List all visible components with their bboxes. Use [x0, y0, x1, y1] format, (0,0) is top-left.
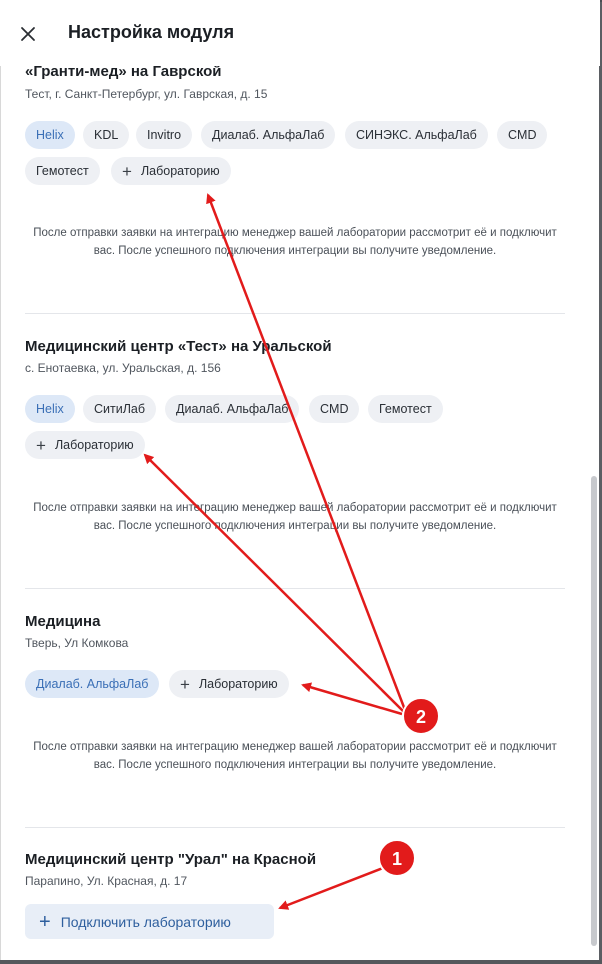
lab-chip-helix[interactable]: Helix	[25, 395, 75, 423]
lab-chip-cmd[interactable]: CMD	[497, 121, 548, 149]
page-title: Настройка модуля	[68, 22, 235, 42]
add-lab-button[interactable]: + Лабораторию	[25, 431, 145, 459]
lab-chip-cmd[interactable]: CMD	[309, 395, 360, 423]
integration-note: После отправки заявки на интеграцию мене…	[33, 227, 557, 257]
window-edge-left	[0, 0, 1, 964]
clinic-title-4: Медицинский центр "Урал" на Красной	[25, 851, 317, 868]
add-lab-label: Лабораторию	[54, 438, 134, 452]
clinic-address-3: Тверь, Ул Комкова	[25, 636, 129, 650]
add-lab-label: Лабораторию	[198, 677, 278, 691]
integration-note: После отправки заявки на интеграцию мене…	[33, 741, 557, 771]
lab-chip-sineks-alfalab[interactable]: СИНЭКС. АльфаЛаб	[345, 121, 488, 149]
lab-chip-dialab-alfalab[interactable]: Диалаб. АльфаЛаб	[201, 121, 336, 149]
lab-chip-helix[interactable]: Helix	[25, 121, 75, 149]
add-lab-button[interactable]: + Лабораторию	[169, 670, 289, 698]
lab-chip-dialab-alfalab[interactable]: Диалаб. АльфаЛаб	[165, 395, 300, 423]
clinic-address-2: с. Енотаевка, ул. Уральская, д. 156	[25, 361, 221, 375]
plus-icon: +	[39, 910, 51, 933]
clinic-title-3: Медицина	[25, 613, 101, 630]
clinic-address-4: Парапино, Ул. Красная, д. 17	[25, 874, 188, 888]
scrollbar-thumb[interactable]	[591, 476, 597, 946]
section-divider	[25, 313, 565, 314]
plus-icon: +	[180, 674, 190, 694]
add-lab-label: Лабораторию	[140, 164, 220, 178]
close-icon	[21, 27, 35, 41]
plus-icon: +	[36, 435, 46, 455]
close-button[interactable]	[14, 20, 42, 48]
clinic-title-2: Медицинский центр «Тест» на Уральской	[25, 338, 332, 355]
window-edge-bottom	[0, 960, 602, 964]
section-divider	[25, 827, 565, 828]
lab-chip-gemotest[interactable]: Гемотест	[368, 395, 443, 423]
lab-chip-kdl[interactable]: KDL	[83, 121, 130, 149]
lab-chip-gemotest[interactable]: Гемотест	[25, 157, 100, 185]
module-settings-panel: Настройка модуля «Гранти-мед» на Гаврско…	[0, 0, 602, 964]
panel-header: Настройка модуля	[0, 0, 600, 66]
plus-icon: +	[122, 161, 132, 181]
connect-lab-label: Подключить лабораторию	[60, 913, 231, 930]
lab-chip-citilab[interactable]: СитиЛаб	[83, 395, 157, 423]
add-lab-button[interactable]: + Лабораторию	[111, 157, 231, 185]
section-divider	[25, 588, 565, 589]
lab-chip-dialab-alfalab[interactable]: Диалаб. АльфаЛаб	[25, 670, 160, 698]
integration-note: После отправки заявки на интеграцию мене…	[33, 502, 557, 532]
lab-chip-invitro[interactable]: Invitro	[136, 121, 193, 149]
connect-lab-button[interactable]: + Подключить лабораторию	[25, 904, 274, 939]
clinic-address-1: Тест, г. Санкт-Петербург, ул. Гаврская, …	[25, 87, 268, 101]
